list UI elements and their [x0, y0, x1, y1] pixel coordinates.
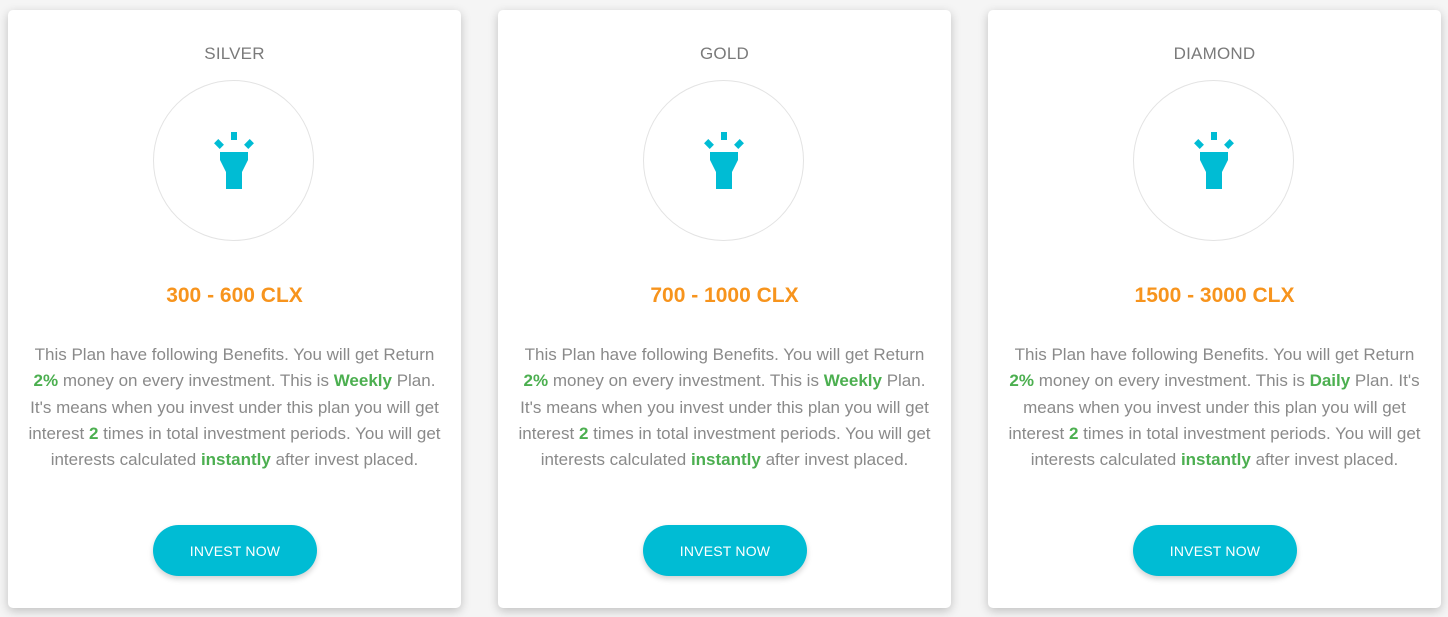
plan-card-silver: SILVER 300 - 600 CLX This Plan have foll…	[8, 10, 461, 608]
plan-name: GOLD	[700, 44, 749, 63]
plan-card-diamond: DIAMOND 1500 - 3000 CLX This Plan have f…	[988, 10, 1441, 608]
plan-name: SILVER	[204, 44, 265, 63]
invest-now-button[interactable]: INVEST NOW	[643, 525, 807, 576]
calculation-mode: instantly	[200, 450, 271, 470]
calculation-mode: instantly	[690, 450, 761, 470]
invest-now-button[interactable]: INVEST NOW	[153, 525, 317, 576]
plan-frequency: Daily	[1309, 371, 1351, 391]
calculation-mode: instantly	[1180, 450, 1251, 470]
plan-frequency: Weekly	[333, 371, 392, 391]
plan-name: DIAMOND	[1173, 44, 1256, 63]
pricing-plans: SILVER 300 - 600 CLX This Plan have foll…	[0, 0, 1448, 617]
lamp-icon	[704, 132, 744, 189]
invest-now-button[interactable]: INVEST NOW	[1133, 525, 1297, 576]
plan-description: This Plan have following Benefits. You w…	[1008, 345, 1421, 470]
plan-icon-circle	[153, 80, 314, 241]
plan-icon-circle	[643, 80, 804, 241]
return-rate: 2%	[523, 371, 549, 391]
lamp-icon	[1194, 132, 1234, 189]
plan-range: 1500 - 3000 CLX	[1134, 284, 1295, 307]
plan-description: This Plan have following Benefits. You w…	[28, 345, 441, 470]
plan-range: 300 - 600 CLX	[166, 284, 303, 307]
plan-card-gold: GOLD 700 - 1000 CLX This Plan have follo…	[498, 10, 951, 608]
lamp-icon	[214, 132, 254, 189]
return-rate: 2%	[33, 371, 59, 391]
plan-range: 700 - 1000 CLX	[650, 284, 799, 307]
return-rate: 2%	[1009, 371, 1034, 391]
plan-description: This Plan have following Benefits. You w…	[518, 345, 931, 470]
plan-icon-circle	[1133, 80, 1294, 241]
plan-frequency: Weekly	[823, 371, 882, 391]
